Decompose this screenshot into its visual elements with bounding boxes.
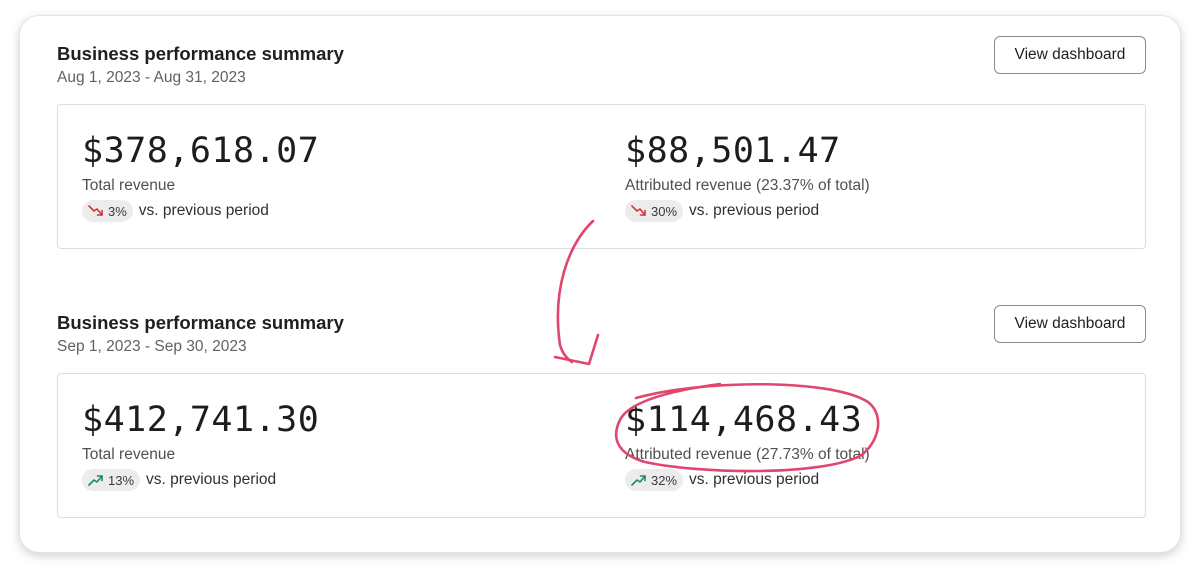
trending-up-icon	[88, 475, 103, 486]
summary-card: Business performance summary Aug 1, 2023…	[19, 15, 1181, 553]
total-revenue-metric: $412,741.30 Total revenue 13% vs. previo…	[82, 398, 319, 491]
change-badge: 13%	[82, 469, 141, 491]
metrics-panel: $412,741.30 Total revenue 13% vs. previo…	[57, 373, 1146, 518]
metric-label: Attributed revenue (23.37% of total)	[625, 177, 870, 194]
change-badge: 32%	[625, 469, 684, 491]
metric-label: Total revenue	[82, 177, 176, 194]
change-row: 13% vs. previous period	[82, 469, 319, 491]
attributed-revenue-metric: $88,501.47 Attributed revenue (23.37% of…	[625, 129, 870, 222]
change-badge: 30%	[625, 200, 684, 222]
change-row: 32% vs. previous period	[625, 469, 870, 491]
trending-down-icon	[88, 205, 103, 216]
metric-label: Attributed revenue (27.73% of total)	[625, 446, 870, 463]
metric-value: $114,468.43	[625, 400, 863, 440]
trending-down-icon	[631, 205, 646, 216]
trending-up-icon	[631, 475, 646, 486]
comparison-text: vs. previous period	[146, 471, 277, 488]
date-range: Sep 1, 2023 - Sep 30, 2023	[57, 338, 247, 355]
change-percent: 3%	[108, 203, 127, 219]
metric-value: $88,501.47	[625, 131, 841, 171]
section-title: Business performance summary	[57, 43, 344, 64]
change-row: 3% vs. previous period	[82, 200, 319, 222]
change-percent: 13%	[108, 472, 135, 488]
comparison-text: vs. previous period	[138, 202, 269, 219]
date-range: Aug 1, 2023 - Aug 31, 2023	[57, 69, 246, 86]
total-revenue-metric: $378,618.07 Total revenue 3% vs. previou…	[82, 129, 319, 222]
section-title: Business performance summary	[57, 312, 344, 333]
view-dashboard-button[interactable]: View dashboard	[994, 305, 1146, 343]
metric-value: $412,741.30	[82, 400, 320, 440]
metric-label: Total revenue	[82, 446, 176, 463]
attributed-revenue-metric: $114,468.43 Attributed revenue (27.73% o…	[625, 398, 870, 491]
comparison-text: vs. previous period	[689, 471, 820, 488]
change-percent: 30%	[651, 203, 678, 219]
change-percent: 32%	[651, 472, 678, 488]
change-row: 30% vs. previous period	[625, 200, 870, 222]
view-dashboard-button[interactable]: View dashboard	[994, 36, 1146, 74]
metric-value: $378,618.07	[82, 131, 320, 171]
comparison-text: vs. previous period	[689, 202, 820, 219]
metrics-panel: $378,618.07 Total revenue 3% vs. previou…	[57, 104, 1146, 249]
change-badge: 3%	[82, 200, 133, 222]
